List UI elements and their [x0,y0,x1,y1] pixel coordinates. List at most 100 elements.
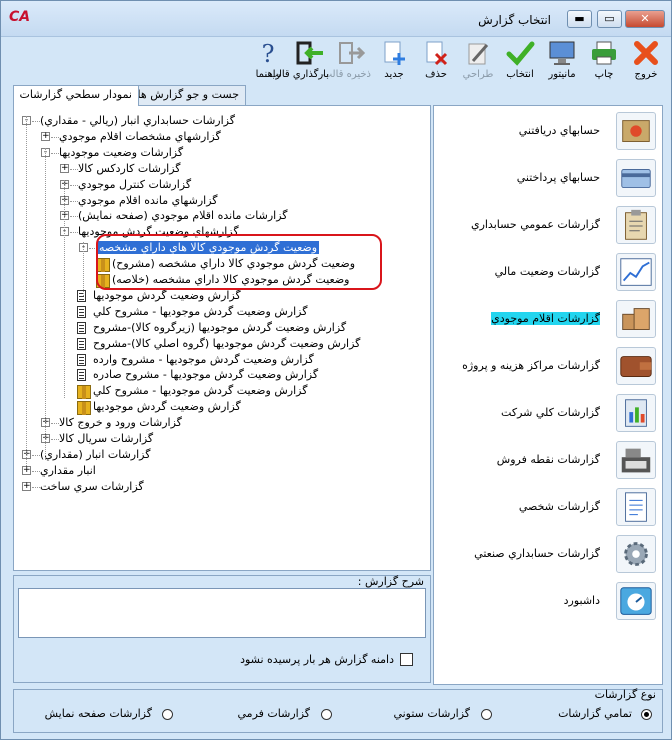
tree-item[interactable]: گزارشهاي مشخصات اقلام موجودي [59,129,221,145]
category-label: حسابهاي پرداختني [516,171,600,184]
report-doc-icon [77,337,86,350]
radio-screen-reports[interactable] [162,709,173,720]
tree-item[interactable]: گزارشات حسابداري انبار (ريالي - مقداري) [40,113,235,129]
persist-range-label: دامنه گزارش هر بار پرسيده نشود [240,653,394,666]
toolbar-button-monitor[interactable]: مانیتور [543,39,581,85]
expand-icon[interactable]: + [22,465,31,475]
report-type-group: نوع گزارشات تمامي گزارشات گزارشات ستوني … [13,688,663,733]
tree-item[interactable]: گزارشهاي مانده اقلام موجودي [78,193,218,209]
tree-item-label: گزارش وضعيت گردش موجوديها - مشروح كلي [93,384,308,398]
tree-item[interactable]: گزارش وضعيت گردش موجوديها - مشروح صادره [93,367,318,383]
report-description-box[interactable] [18,588,426,638]
tree-connector [70,216,78,218]
dashboard-icon [616,582,656,620]
tree-item-label: گزارشات وضعيت موجوديها [59,145,184,159]
toolbar-button-save-template[interactable]: ذخيره قالب [322,39,371,85]
radio-column-reports[interactable] [481,709,492,720]
report-doc-icon [77,353,86,366]
toolbar-button-delete-doc[interactable]: حذف [417,39,455,85]
tree-item[interactable]: گزارشات وضعيت موجوديها [59,145,183,161]
minimize-button[interactable]: ▬ [567,10,592,28]
persist-range-checkbox[interactable] [400,653,413,666]
toolbar-button-checkmark[interactable]: انتخاب [501,39,539,85]
tree-item[interactable]: گزارشات كنترل موجودي [78,177,191,193]
category-boxes[interactable]: گزارشات اقلام موجودي [434,296,662,342]
tree-item[interactable]: گزارش وضعيت گردش موجوديها [93,399,241,415]
toolbar-button-pencil-design[interactable]: طراحي [459,39,497,85]
radio-screen-reports-label: گزارشات صفحه نمايش [44,707,152,720]
tree-item[interactable]: گزارشات انبار (مقداري) [40,447,150,463]
tree-connector [32,470,40,472]
category-personal-doc[interactable]: گزارشات شخصي [434,484,662,530]
category-label: گزارشات شخصي [518,500,600,513]
report-doc-icon [77,305,86,318]
category-payables-card[interactable]: حسابهاي پرداختني [434,155,662,201]
tree-item[interactable]: گزارش وضعيت گردش موجوديها (زيرگروه كالا)… [93,320,346,336]
toolbar-button-exit-x[interactable]: خروج [627,39,665,85]
tree-item[interactable]: گزارش وضعيت گردش موجوديها - مشروح وارده [93,352,314,368]
category-cash-register[interactable]: گزارشات نقطه فروش [434,437,662,483]
tree-connector [70,200,78,202]
printer-icon [589,39,619,67]
toolbar-button-label: ذخيره قالب [322,69,371,80]
tree-connector [70,168,78,170]
category-company-report[interactable]: گزارشات كلي شركت [434,390,662,436]
toolbar-button-label: حذف [425,69,447,80]
radio-form-reports[interactable] [321,709,332,720]
category-gear[interactable]: گزارشات حسابداري صنعتي [434,531,662,577]
category-label: گزارشات وضعيت مالي [494,265,600,278]
exit-x-icon [631,39,661,67]
window-title: انتخاب گزارش [478,13,551,27]
load-template-icon [295,39,325,67]
close-window-button[interactable]: ✕ [625,10,665,28]
expand-icon[interactable]: + [60,163,69,173]
expand-icon[interactable]: + [22,481,31,491]
tree-item[interactable]: گزارشات مانده اقلام موجودي (صفحه نمايش) [78,208,288,224]
wallet-icon [616,347,656,385]
maximize-button[interactable]: ▭ [597,10,622,28]
tree-connector [32,486,40,488]
toolbar-button-printer[interactable]: چاپ [585,39,623,85]
tree-item[interactable]: انبار مقداري [40,463,96,479]
toolbar-button-new-doc[interactable]: جديد [375,39,413,85]
category-receivables[interactable]: حسابهاي دريافتني [434,108,662,154]
tree-item[interactable]: گزارشات سريال كالا [59,431,153,447]
category-line-chart[interactable]: گزارشات وضعيت مالي [434,249,662,295]
tree-item[interactable]: گزارش وضعيت گردش موجوديها [93,288,241,304]
new-doc-icon [379,39,409,67]
cash-register-icon [616,441,656,479]
tab-strip: نمودار سطحي گزارشات جست و جو گزارش ها [1,85,431,106]
category-wallet[interactable]: گزارشات مراكز هزينه و پروژه [434,343,662,389]
category-label: گزارشات مراكز هزينه و پروژه [462,359,600,372]
app-logo-icon: CA [9,9,31,25]
tree-item-label: گزارشات كنترل موجودي [78,177,192,191]
category-label: گزارشات اقلام موجودي [491,312,600,325]
category-label: داشبورد [563,594,600,607]
tree-item-label: گزارش وضعيت گردش موجوديها [93,400,241,414]
tree-item[interactable]: گزارشات كاردكس كالا [78,161,181,177]
tree-item[interactable]: گزارش وضعيت گردش موجوديها - مشروح كلي [93,304,307,320]
category-label: گزارشات عمومي حسابداري [470,218,600,231]
report-tree[interactable]: - گزارشات حسابداري انبار (ريالي - مقداري)… [14,106,430,570]
tree-item[interactable]: گزارشات سري ساخت [40,479,144,495]
category-label: گزارشات حسابداري صنعتي [474,547,600,560]
category-clipboard[interactable]: گزارشات عمومي حسابداري [434,202,662,248]
tab-tree-view[interactable]: نمودار سطحي گزارشات [12,85,139,106]
tree-guide-line [64,180,65,398]
tab-search-reports[interactable]: جست و جو گزارش ها [130,85,246,105]
toolbar-button-load-template[interactable]: بارگذاري قالب [269,39,329,85]
category-dashboard[interactable]: داشبورد [434,578,662,624]
toolbar-button-label: طراحي [462,69,494,80]
radio-all-reports-label: تمامي گزارشات [558,707,632,720]
toolbar-button-help[interactable]: ? راهنما [249,39,287,85]
report-selection-window: CA انتخاب گزارش ▬ ▭ ✕ خروج چاپ مانیتور انتخ… [0,0,672,740]
tree-item[interactable]: گزارشات ورود و خروج كالا [59,415,182,431]
tree-item[interactable]: گزارش وضعيت گردش موجوديها (گروه اصلي كال… [93,336,360,352]
tree-item[interactable]: گزارش وضعيت گردش موجوديها - مشروح كلي [93,383,307,399]
receivables-icon [616,112,656,150]
expand-icon[interactable]: + [41,131,50,141]
tree-connector [70,232,78,234]
tree-item-label: گزارشات كاردكس كالا [78,161,181,175]
tree-item-label: گزارشهاي مشخصات اقلام موجودي [59,129,221,143]
radio-all-reports[interactable] [641,709,652,720]
